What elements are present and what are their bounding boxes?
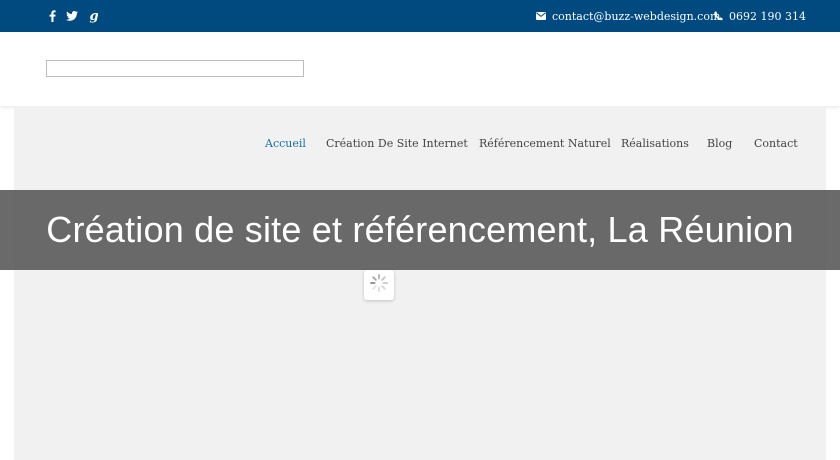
facebook-icon[interactable] (44, 0, 60, 32)
nav-item-blog[interactable]: Blog (707, 132, 732, 154)
nav-item-accueil[interactable]: Accueil (265, 132, 306, 154)
loading-indicator (364, 270, 394, 300)
nav-item-referencement[interactable]: Référencement Naturel (479, 132, 611, 154)
page-title: Création de site et référencement, La Ré… (46, 209, 794, 250)
contact-email[interactable]: contact@buzz-webdesign.com (536, 0, 720, 32)
top-bar: g contact@buzz-webdesign.com 0692 190 31… (0, 0, 840, 32)
page-title-banner: Création de site et référencement, La Ré… (0, 190, 840, 270)
twitter-icon[interactable] (64, 0, 80, 32)
google-plus-icon[interactable]: g (86, 0, 102, 32)
nav-item-realisations[interactable]: Réalisations (621, 132, 689, 154)
contact-phone[interactable]: 0692 190 314 (714, 0, 806, 32)
content-area (14, 106, 826, 460)
site-header (0, 32, 840, 106)
nav-item-contact[interactable]: Contact (754, 132, 798, 154)
site-logo-placeholder[interactable] (46, 60, 304, 77)
contact-phone-text: 0692 190 314 (729, 9, 806, 23)
envelope-icon (536, 12, 552, 20)
spinner-icon (369, 273, 389, 297)
contact-email-text: contact@buzz-webdesign.com (552, 9, 721, 23)
phone-icon (714, 11, 729, 21)
nav-item-creation-site[interactable]: Création De Site Internet (326, 132, 468, 154)
